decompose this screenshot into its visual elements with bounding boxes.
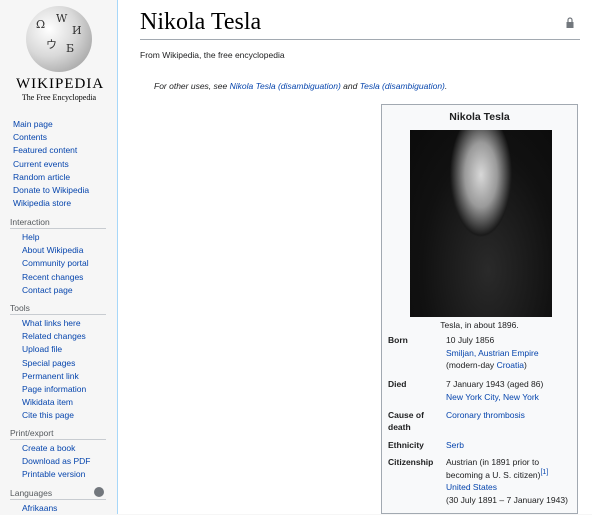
born-modern-text: (modern-day — [446, 360, 497, 370]
nav-what-links-here[interactable]: What links here — [22, 317, 110, 330]
wikipedia-logo[interactable]: Ω W И ウ Б WIKIPEDIA The Free Encyclopedi… — [16, 6, 105, 102]
nav-featured-content[interactable]: Featured content — [13, 144, 113, 157]
nav-contact-page[interactable]: Contact page — [22, 284, 110, 297]
died-value: 7 January 1943 (aged 86) New York City, … — [446, 378, 574, 403]
died-label: Died — [388, 379, 407, 389]
nav-printable-version[interactable]: Printable version — [22, 468, 110, 481]
gear-icon[interactable] — [94, 487, 104, 497]
title-divider — [140, 39, 580, 40]
globe-icon: Ω W И ウ Б — [26, 6, 92, 72]
citizenship-dates: (30 July 1891 – 7 January 1943) — [446, 494, 568, 505]
main-navigation: Main page Contents Featured content Curr… — [13, 118, 113, 210]
ethnicity-label: Ethnicity — [388, 440, 424, 450]
cause-of-death-label: Cause of death — [388, 409, 424, 433]
hatnote-link-disambiguation[interactable]: Nikola Tesla (disambiguation) — [230, 81, 341, 91]
nav-current-events[interactable]: Current events — [13, 158, 113, 171]
cause-label-line: Cause of — [388, 410, 424, 420]
site-subtitle: From Wikipedia, the free encyclopedia — [140, 50, 285, 60]
sidebar: Ω W И ウ Б WIKIPEDIA The Free Encyclopedi… — [0, 0, 117, 514]
cause-of-death-value: Coronary thrombosis — [446, 409, 574, 422]
born-label: Born — [388, 335, 408, 345]
died-place-link[interactable]: New York City, New York — [446, 392, 539, 402]
lock-icon[interactable] — [566, 17, 574, 28]
died-date: 7 January 1943 (aged 86) — [446, 379, 544, 389]
nav-about[interactable]: About Wikipedia — [22, 244, 110, 257]
nav-main-page[interactable]: Main page — [13, 118, 113, 131]
united-states-link[interactable]: United States — [446, 482, 497, 492]
wordmark: WIKIPEDIA — [16, 76, 105, 92]
nav-community-portal[interactable]: Community portal — [22, 257, 110, 270]
nav-permanent-link[interactable]: Permanent link — [22, 370, 110, 383]
portal-heading: Tools — [10, 302, 106, 315]
portal-print-export: Print/export Create a book Download as P… — [0, 427, 110, 482]
nav-page-information[interactable]: Page information — [22, 383, 110, 396]
hatnote-link-tesla-disambiguation[interactable]: Tesla (disambiguation) — [360, 81, 445, 91]
infobox: Nikola Tesla Tesla, in about 1896. Born … — [381, 104, 578, 514]
portal-tools: Tools What links here Related changes Up… — [0, 302, 110, 423]
born-modern-text: ) — [523, 360, 527, 370]
portrait-image[interactable] — [410, 130, 552, 317]
tagline: The Free Encyclopedia — [21, 93, 97, 102]
cause-label-line: death — [388, 422, 411, 432]
nav-contents[interactable]: Contents — [13, 131, 113, 144]
portal-heading: Print/export — [10, 427, 106, 440]
ethnicity-value: Serb — [446, 439, 574, 452]
nav-upload-file[interactable]: Upload file — [22, 343, 110, 356]
hatnote-text: . — [444, 81, 448, 91]
citizenship-value: Austrian (in 1891 prior to becoming a U.… — [446, 456, 574, 506]
image-caption: Tesla, in about 1896. — [440, 320, 519, 330]
citation-ref[interactable]: [1] — [540, 469, 548, 476]
hatnote: For other uses, see Nikola Tesla (disamb… — [154, 81, 447, 91]
hatnote-text: For other uses, see — [154, 81, 230, 91]
content-area: Nikola Tesla From Wikipedia, the free en… — [117, 0, 592, 514]
nav-related-changes[interactable]: Related changes — [22, 330, 110, 343]
nav-lang-afrikaans[interactable]: Afrikaans — [22, 502, 110, 515]
born-place-link[interactable]: Smiljan, Austrian Empire — [446, 348, 539, 358]
nav-help[interactable]: Help — [22, 231, 110, 244]
nav-cite-this-page[interactable]: Cite this page — [22, 409, 110, 422]
nav-recent-changes[interactable]: Recent changes — [22, 271, 110, 284]
nav-create-book[interactable]: Create a book — [22, 442, 110, 455]
nav-special-pages[interactable]: Special pages — [22, 357, 110, 370]
portal-heading: Interaction — [10, 216, 106, 229]
nav-download-pdf[interactable]: Download as PDF — [22, 455, 110, 468]
nav-store[interactable]: Wikipedia store — [13, 197, 113, 210]
portal-heading: Languages — [10, 487, 106, 500]
born-value: 10 July 1856 Smiljan, Austrian Empire (m… — [446, 334, 574, 372]
page-title: Nikola Tesla — [140, 9, 262, 35]
nav-random-article[interactable]: Random article — [13, 171, 113, 184]
serb-link[interactable]: Serb — [446, 440, 464, 450]
coronary-thrombosis-link[interactable]: Coronary thrombosis — [446, 410, 525, 420]
citizenship-line: Austrian (in 1891 prior to — [446, 457, 540, 467]
nav-wikidata-item[interactable]: Wikidata item — [22, 396, 110, 409]
croatia-link[interactable]: Croatia — [497, 360, 524, 370]
hatnote-text: and — [340, 81, 360, 91]
infobox-title: Nikola Tesla — [449, 111, 510, 123]
citizenship-label: Citizenship — [388, 457, 434, 467]
born-date: 10 July 1856 — [446, 335, 495, 345]
nav-donate[interactable]: Donate to Wikipedia — [13, 184, 113, 197]
portal-interaction: Interaction Help About Wikipedia Communi… — [0, 216, 110, 297]
citizenship-line: becoming a U. S. citizen) — [446, 469, 541, 480]
